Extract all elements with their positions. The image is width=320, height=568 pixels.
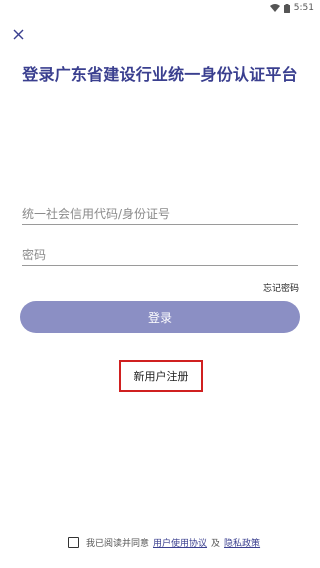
privacy-policy-link[interactable]: 隐私政策 xyxy=(224,536,260,549)
agreement-row: 我已阅读并同意 用户使用协议及隐私政策 xyxy=(68,535,260,549)
user-agreement-link[interactable]: 用户使用协议 xyxy=(153,536,207,549)
agreement-checkbox[interactable] xyxy=(68,536,79,548)
password-input[interactable] xyxy=(22,245,298,265)
agreement-prefix: 我已阅读并同意 xyxy=(86,538,150,549)
password-field xyxy=(22,244,298,266)
agreement-conjunction: 及 xyxy=(211,538,221,549)
register-link[interactable]: 新用户注册 xyxy=(134,368,189,384)
close-button[interactable] xyxy=(10,26,26,42)
id-field xyxy=(22,203,298,225)
register-highlight-box: 新用户注册 xyxy=(119,360,203,392)
id-input[interactable] xyxy=(22,204,298,224)
status-time: 5:51 xyxy=(293,3,314,13)
forgot-password-link[interactable]: 忘记密码 xyxy=(263,281,299,294)
login-button[interactable]: 登录 xyxy=(20,301,300,333)
battery-icon xyxy=(283,3,290,13)
status-bar: 5:51 xyxy=(0,0,320,16)
wifi-icon xyxy=(269,4,280,12)
close-icon xyxy=(13,25,24,44)
login-screen: 5:51 登录广东省建设行业统一身份认证平台 忘记密码 登录 新用户注册 我已阅… xyxy=(0,0,320,568)
page-title: 登录广东省建设行业统一身份认证平台 xyxy=(22,65,298,84)
